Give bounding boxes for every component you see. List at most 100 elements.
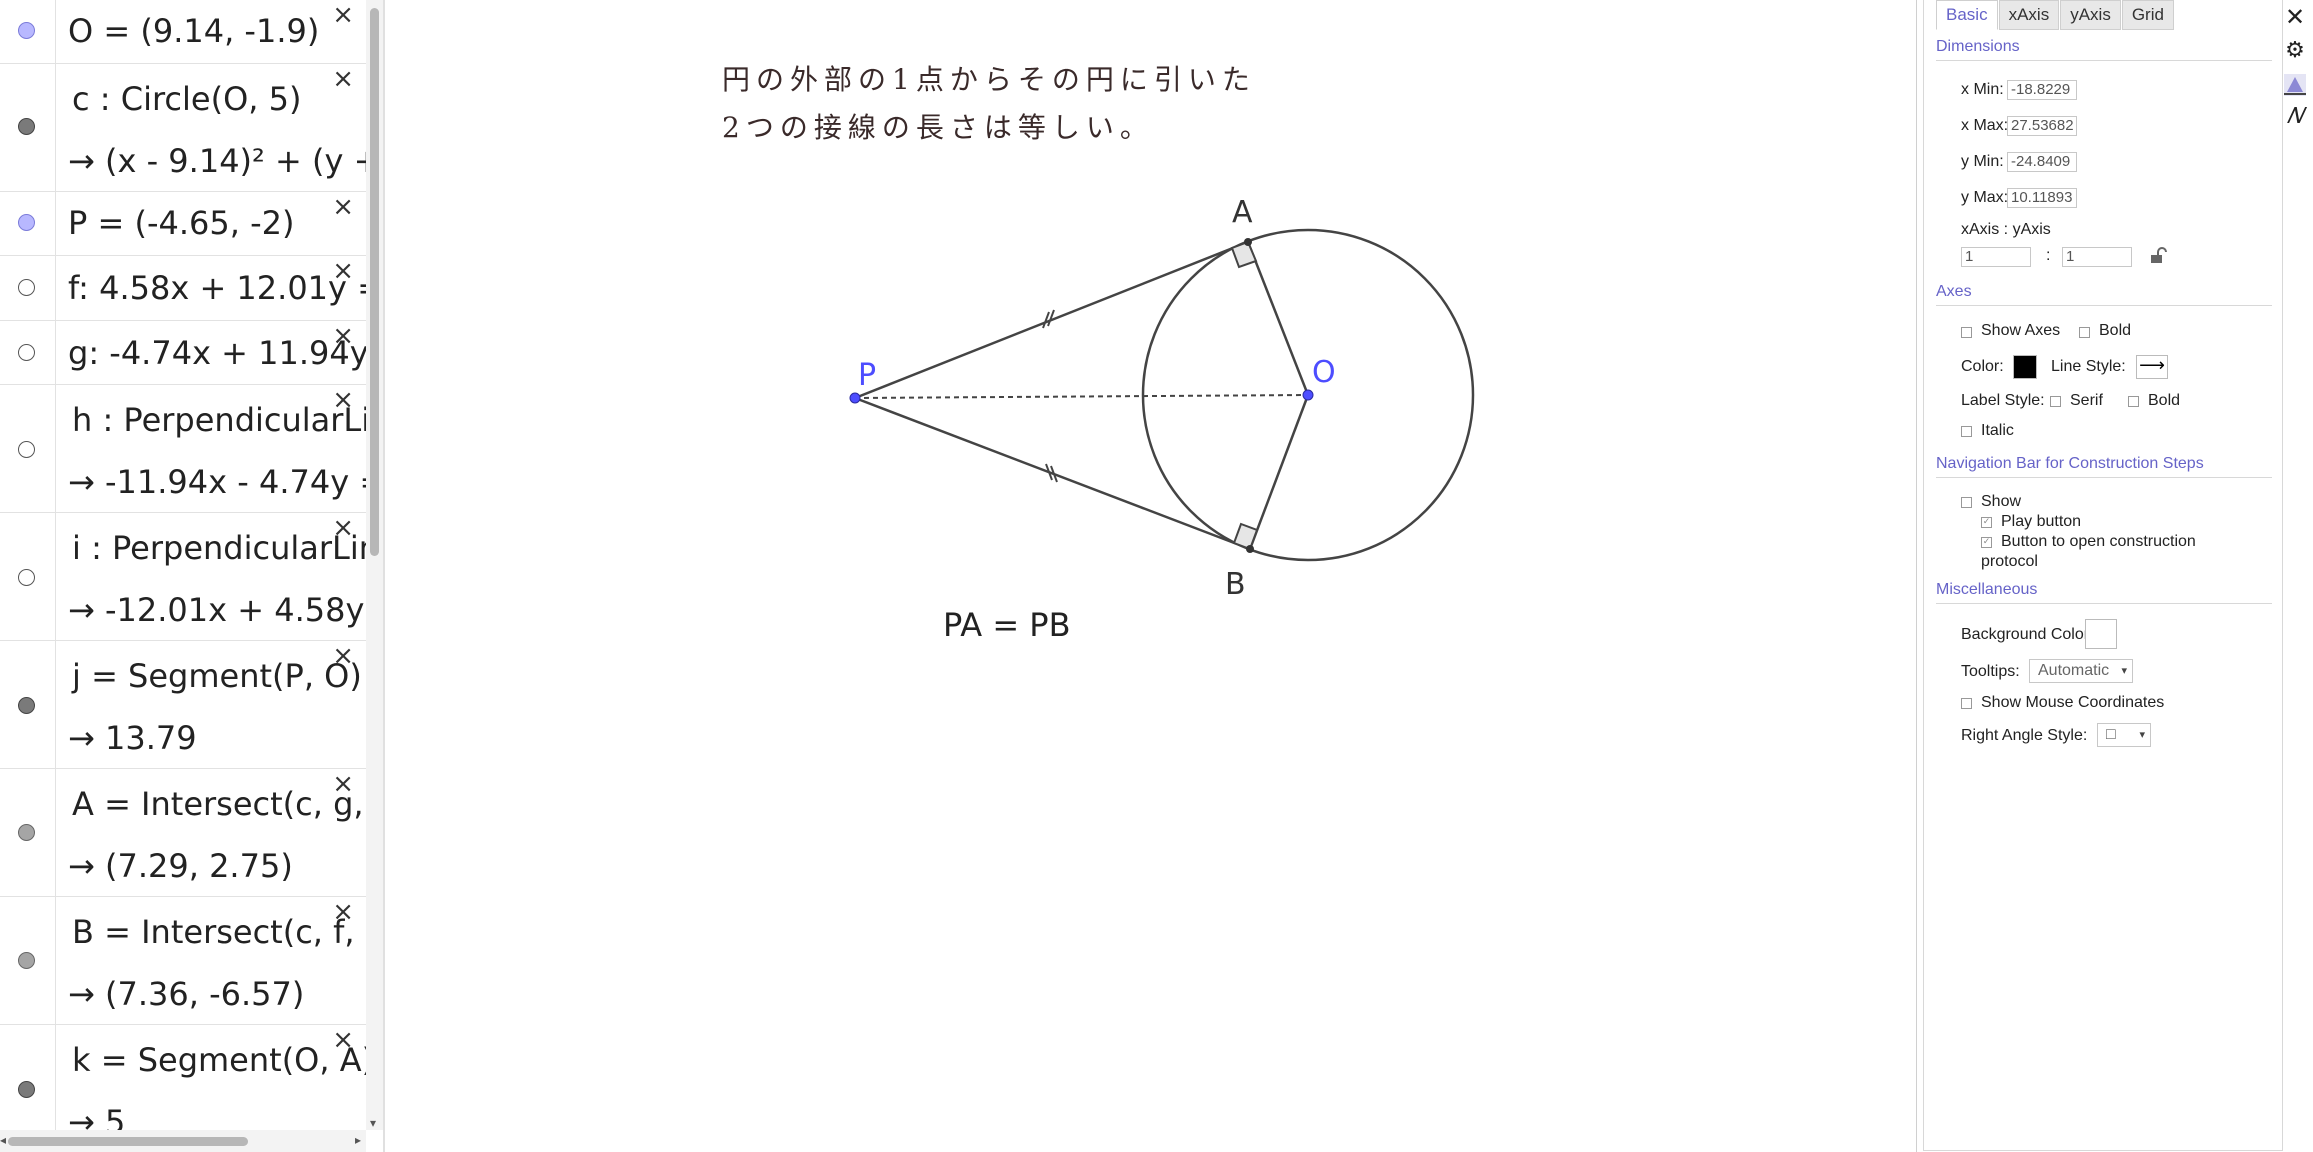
show-axes-checkbox[interactable]	[1961, 327, 1972, 338]
show-nav-checkbox[interactable]	[1961, 497, 1972, 508]
algebra-row-f[interactable]: f: 4.58x + 12.01y = ×	[0, 256, 366, 321]
visibility-toggle[interactable]	[18, 824, 35, 841]
segment-OA[interactable]	[1246, 241, 1310, 396]
algebra-row-c[interactable]: c : Circle(O, 5) → (x - 9.14)² + (y + 1.…	[0, 64, 366, 192]
algebra-row-A[interactable]: A = Intersect(c, g, 1) → (7.29, 2.75) ×	[0, 769, 366, 897]
point-B[interactable]	[1246, 545, 1254, 553]
construction-canvas[interactable]	[385, 0, 1916, 1152]
vertical-scrollbar[interactable]: ▾	[366, 0, 383, 1130]
algebra-definition[interactable]: B = Intersect(c, f, 1)	[72, 913, 366, 951]
close-icon[interactable]: ×	[332, 194, 354, 220]
algebra-definition[interactable]: A = Intersect(c, g, 1)	[72, 785, 366, 823]
algebra-definition[interactable]: f: 4.58x + 12.01y =	[68, 269, 366, 307]
tab-xaxis[interactable]: xAxis	[1998, 0, 2060, 30]
label-P[interactable]: P	[858, 358, 876, 393]
visibility-toggle[interactable]	[18, 22, 35, 39]
italic-label: Italic	[1981, 422, 2014, 439]
algebra-definition[interactable]: i : PerpendicularLine(	[72, 529, 366, 567]
algebra-row-g[interactable]: g: -4.74x + 11.94y = ×	[0, 321, 366, 385]
right-angle-dropdown[interactable]: □ ▾	[2097, 723, 2151, 747]
graphics-view[interactable]: 円の外部の1点からその円に引いた 2つの接線の長さは等しい。 P O A B P…	[385, 0, 1916, 1152]
point-A[interactable]	[1244, 238, 1252, 246]
xmin-input[interactable]: -18.8229	[2007, 80, 2077, 100]
visibility-toggle[interactable]	[18, 441, 35, 458]
close-icon[interactable]: ×	[332, 387, 354, 413]
scrollbar-thumb[interactable]	[8, 1137, 248, 1146]
segment-PB[interactable]	[854, 396, 1251, 551]
scroll-left-arrow-icon[interactable]: ◂	[0, 1133, 6, 1147]
visibility-toggle[interactable]	[18, 952, 35, 969]
segment-PA[interactable]	[854, 240, 1249, 400]
close-icon[interactable]: ×	[332, 323, 354, 349]
line-style-button[interactable]: ⟶	[2136, 355, 2168, 379]
scrollbar-thumb[interactable]	[370, 8, 379, 556]
visibility-toggle[interactable]	[18, 1081, 35, 1098]
algebra-definition[interactable]: P = (-4.65, -2)	[68, 204, 294, 242]
close-icon[interactable]: ×	[332, 643, 354, 669]
visibility-toggle[interactable]	[18, 214, 35, 231]
visibility-toggle[interactable]	[18, 279, 35, 296]
algebra-row-B[interactable]: B = Intersect(c, f, 1) → (7.36, -6.57) ×	[0, 897, 366, 1025]
tab-grid[interactable]: Grid	[2121, 0, 2174, 30]
algebra-definition[interactable]: c : Circle(O, 5)	[72, 80, 301, 118]
segment-OB[interactable]	[1248, 394, 1310, 550]
axes-bold-checkbox[interactable]	[2079, 327, 2090, 338]
point-O[interactable]	[1302, 389, 1314, 401]
xmax-input[interactable]: 27.53682	[2007, 116, 2077, 136]
close-icon[interactable]: ×	[332, 899, 354, 925]
visibility-toggle[interactable]	[18, 697, 35, 714]
close-icon[interactable]: ×	[332, 2, 354, 28]
marble-column	[0, 897, 56, 1024]
algebra-row-h[interactable]: h : PerpendicularLine( → -11.94x - 4.74y…	[0, 385, 366, 513]
close-icon[interactable]: ×	[332, 1027, 354, 1053]
axes-color-swatch[interactable]	[2013, 355, 2037, 379]
tab-yaxis[interactable]: yAxis	[2060, 0, 2121, 30]
visibility-toggle[interactable]	[18, 569, 35, 586]
horizontal-scrollbar[interactable]: ◂ ▸	[0, 1130, 366, 1152]
play-button-checkbox[interactable]: ✓	[1981, 517, 1992, 528]
close-icon[interactable]: ×	[332, 771, 354, 797]
marble-column	[0, 641, 56, 768]
label-B[interactable]: B	[1225, 567, 1246, 602]
algebra-row-j[interactable]: j = Segment(P, O) → 13.79 ×	[0, 641, 366, 769]
algebra-row-i[interactable]: i : PerpendicularLine( → -12.01x + 4.58y…	[0, 513, 366, 641]
ymin-input[interactable]: -24.8409	[2007, 152, 2077, 172]
visibility-toggle[interactable]	[18, 344, 35, 361]
label-A[interactable]: A	[1232, 195, 1253, 230]
label-O[interactable]: O	[1312, 355, 1336, 390]
point-P[interactable]	[849, 392, 861, 404]
algebra-definition[interactable]: h : PerpendicularLine(	[72, 401, 366, 439]
mouse-coords-checkbox[interactable]	[1961, 698, 1972, 709]
close-icon[interactable]: ×	[332, 66, 354, 92]
algebra-row-O[interactable]: O = (9.14, -1.9) ×	[0, 0, 366, 64]
bg-color-label: Background Color:	[1961, 626, 2094, 643]
close-icon[interactable]: ×	[332, 258, 354, 284]
tooltips-dropdown[interactable]: Automatic ▾	[2029, 659, 2133, 683]
visibility-toggle[interactable]	[18, 118, 35, 135]
italic-checkbox[interactable]	[1961, 426, 1972, 437]
bg-color-swatch[interactable]	[2085, 619, 2117, 649]
close-icon[interactable]: ✕	[2282, 4, 2308, 30]
lock-icon[interactable]	[2149, 247, 2167, 265]
segment-PO[interactable]	[854, 394, 1309, 399]
ratio-y-input[interactable]: 1	[2062, 247, 2132, 267]
scroll-right-arrow-icon[interactable]: ▸	[355, 1133, 361, 1147]
algebra-definition[interactable]: j = Segment(P, O)	[72, 657, 362, 695]
ymax-input[interactable]: 10.11893	[2007, 188, 2077, 208]
close-icon[interactable]: ×	[332, 515, 354, 541]
label-bold-checkbox[interactable]	[2128, 396, 2139, 407]
algebra-row-P[interactable]: P = (-4.65, -2) ×	[0, 192, 366, 256]
open-protocol-checkbox[interactable]: ✓	[1981, 537, 1992, 548]
marble-column	[0, 192, 56, 255]
gear-icon[interactable]: ⚙	[2282, 38, 2308, 64]
serif-checkbox[interactable]	[2050, 396, 2061, 407]
function-icon[interactable]: 𝑁	[2282, 104, 2308, 130]
tab-basic[interactable]: Basic	[1936, 0, 1998, 30]
scroll-down-arrow-icon[interactable]: ▾	[370, 1116, 376, 1130]
graphics-view-icon[interactable]	[2282, 72, 2308, 98]
equation-text[interactable]: PA = PB	[943, 606, 1071, 644]
algebra-definition[interactable]: k = Segment(O, A)	[72, 1041, 366, 1079]
algebra-definition[interactable]: g: -4.74x + 11.94y =	[68, 334, 366, 372]
algebra-definition[interactable]: O = (9.14, -1.9)	[68, 12, 319, 50]
ratio-x-input[interactable]: 1	[1961, 247, 2031, 267]
